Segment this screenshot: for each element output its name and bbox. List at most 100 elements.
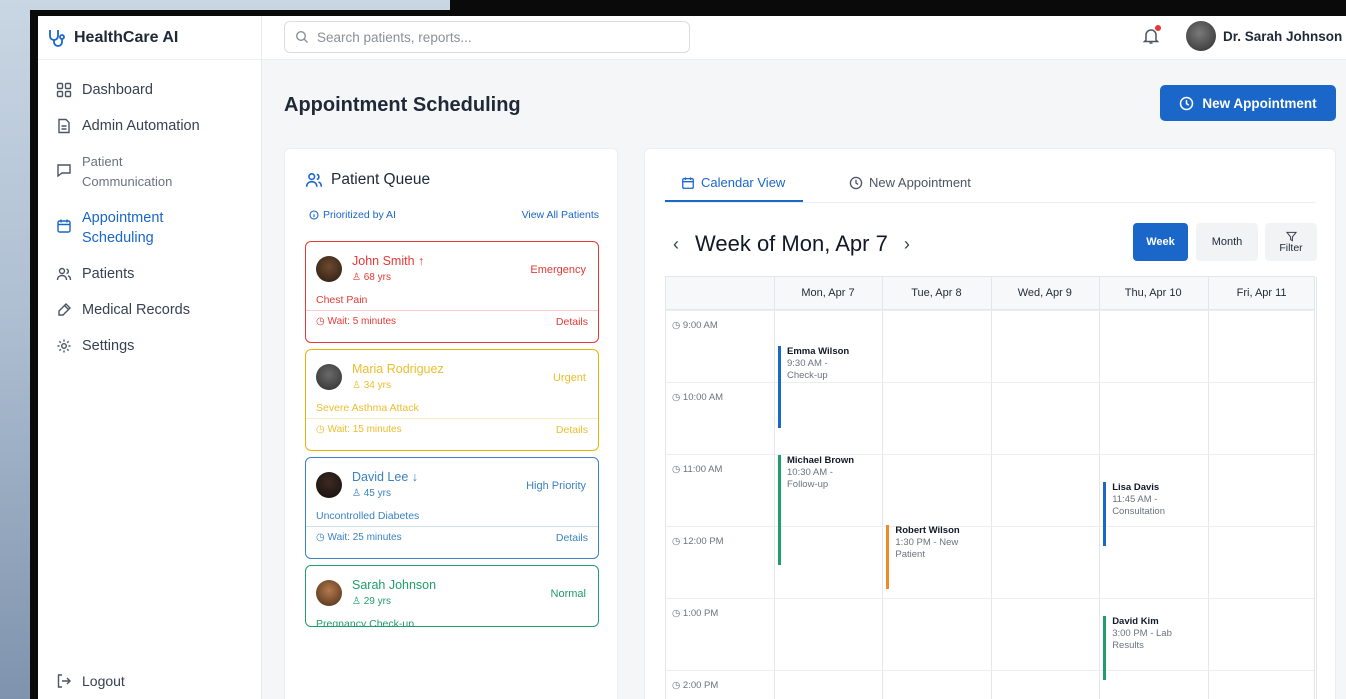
document-icon: [58, 118, 70, 134]
patient-avatar: [316, 580, 342, 606]
event-type: Follow-up: [787, 479, 829, 490]
patient-avatar: [316, 472, 342, 498]
tab-new-appointment[interactable]: New Appointment: [849, 175, 971, 190]
event-patient-name: Robert Wilson: [895, 525, 960, 536]
brand[interactable]: HealthCare AI: [38, 16, 261, 60]
topbar: Dr. Sarah Johnson: [262, 16, 1346, 60]
appointment-event[interactable]: Michael Brown 10:30 AM - Follow-up: [778, 455, 854, 565]
calendar-panel: Calendar View New Appointment ‹ Week of …: [644, 148, 1336, 699]
screen-border-left: [30, 12, 38, 699]
grid-column-line: [1207, 277, 1209, 699]
month-view-button[interactable]: Month: [1196, 223, 1258, 261]
appointment-event[interactable]: Robert Wilson 1:30 PM - New Patient: [886, 525, 960, 589]
event-type: Patient: [895, 549, 925, 560]
users-icon: [56, 267, 72, 281]
queue-header: Patient Queue: [305, 171, 430, 189]
grid-row-line: [666, 382, 1314, 383]
priority-badge: Emergency: [530, 264, 586, 276]
filter-button[interactable]: Filter: [1265, 223, 1317, 261]
grid-column-line: [990, 277, 992, 699]
sidebar-item-settings[interactable]: Settings: [38, 328, 261, 364]
patient-card[interactable]: Sarah Johnson ♙ 29 yrs Normal Pregnancy Che…: [305, 565, 599, 627]
patient-avatar: [316, 256, 342, 282]
user-name[interactable]: Dr. Sarah Johnson: [1223, 29, 1342, 44]
event-patient-name: Michael Brown: [787, 455, 855, 466]
prev-week-button[interactable]: ‹: [673, 234, 679, 255]
users-icon: [305, 173, 323, 187]
sidebar-item-medical-records[interactable]: Medical Records: [38, 292, 261, 328]
grid-row-line: [666, 670, 1314, 671]
patient-card[interactable]: David Lee ↓ ♙ 45 yrs High Priority Uncontro…: [305, 457, 599, 559]
patient-age: ♙ 45 yrs: [352, 488, 391, 499]
appointment-event[interactable]: David Kim 3:00 PM - Lab Results: [1103, 616, 1172, 680]
patient-card[interactable]: Maria Rodriguez ♙ 34 yrs Urgent Severe Asth…: [305, 349, 599, 451]
sidebar-item-appointment-scheduling[interactable]: Appointment Scheduling: [38, 200, 261, 256]
user-avatar[interactable]: [1186, 21, 1216, 51]
new-appointment-button[interactable]: New Appointment: [1160, 85, 1336, 121]
sidebar-item-patients[interactable]: Patients: [38, 256, 261, 292]
sidebar-item-label: Patient Communication: [82, 152, 172, 192]
sidebar: HealthCare AI Dashboard Admin Automation…: [38, 16, 262, 699]
details-link[interactable]: Details: [556, 316, 588, 328]
priority-badge: Urgent: [552, 372, 586, 384]
patient-avatar: [316, 364, 342, 390]
grid-row-line: [666, 310, 1314, 311]
patient-name: Sarah Johnson: [352, 578, 437, 592]
brand-name: HealthCare AI: [74, 28, 179, 46]
search-input[interactable]: [317, 29, 677, 45]
details-link[interactable]: Details: [556, 424, 588, 436]
event-patient-name: Emma Wilson: [787, 346, 850, 357]
details-link[interactable]: Details: [556, 532, 588, 544]
next-week-button[interactable]: ›: [904, 234, 910, 255]
patient-card[interactable]: John Smith ↑ ♙ 68 yrs Emergency Chest Pain ◷…: [305, 241, 599, 343]
tab-label: Calendar View: [701, 175, 786, 190]
grid-column-line: [1099, 277, 1101, 699]
grid-row-line: [666, 454, 1314, 455]
patient-age: ♙ 68 yrs: [352, 272, 391, 283]
sidebar-item-label: Settings: [82, 338, 135, 354]
time-label: ◷ 10:00 AM: [672, 392, 724, 403]
gear-icon: [57, 339, 71, 353]
patient-condition: Uncontrolled Diabetes: [316, 510, 420, 522]
calendar-icon: [682, 176, 694, 189]
sidebar-item-admin-automation[interactable]: Admin Automation: [38, 108, 261, 144]
day-header: Wed, Apr 9: [1017, 287, 1072, 299]
view-all-patients-link[interactable]: View All Patients: [522, 209, 599, 221]
priority-badge: High Priority: [526, 480, 586, 492]
event-type: Consultation: [1112, 506, 1165, 517]
sidebar-item-label: Dashboard: [82, 82, 153, 98]
logout-button[interactable]: Logout: [56, 673, 125, 689]
queue-title: Patient Queue: [331, 171, 431, 188]
appointment-event[interactable]: Lisa Davis 11:45 AM - Consultation: [1103, 482, 1165, 546]
card-divider: [306, 418, 598, 419]
tab-calendar-view[interactable]: Calendar View: [681, 175, 785, 190]
event-type: Results: [1112, 640, 1144, 651]
filter-label: Filter: [1279, 241, 1303, 254]
clock-icon: [849, 176, 863, 189]
sidebar-item-patient-communication[interactable]: Patient Communication: [38, 144, 261, 200]
card-divider: [306, 526, 598, 527]
appointment-event[interactable]: Emma Wilson 9:30 AM - Check-up: [778, 346, 849, 428]
week-navigation: ‹ Week of Mon, Apr 7 ›: [673, 231, 910, 257]
time-label: ◷ 9:00 AM: [672, 320, 718, 331]
sidebar-item-label: Patients: [82, 266, 135, 282]
event-type: Check-up: [787, 370, 828, 381]
event-time: 1:30 PM - New: [895, 537, 959, 548]
patient-condition: Chest Pain: [316, 294, 368, 306]
search-box[interactable]: [284, 21, 690, 53]
event-time: 9:30 AM -: [787, 358, 828, 369]
time-label: ◷ 11:00 AM: [672, 464, 723, 475]
week-view-button[interactable]: Week: [1133, 223, 1188, 261]
wait-time: ◷ Wait: 5 minutes: [316, 316, 397, 327]
records-icon: [58, 303, 71, 316]
sidebar-item-dashboard[interactable]: Dashboard: [38, 72, 261, 108]
sidebar-item-label: Appointment Scheduling: [82, 208, 163, 248]
app-window: HealthCare AI Dashboard Admin Automation…: [38, 16, 1346, 699]
logout-icon: [57, 674, 71, 688]
patient-name: John Smith ↑: [352, 254, 425, 268]
grid-column-line: [774, 277, 775, 699]
day-header: Thu, Apr 10: [1124, 287, 1182, 299]
calendar-icon: [57, 219, 71, 233]
filter-icon: [1285, 231, 1297, 241]
new-appointment-label: New Appointment: [1202, 95, 1317, 111]
